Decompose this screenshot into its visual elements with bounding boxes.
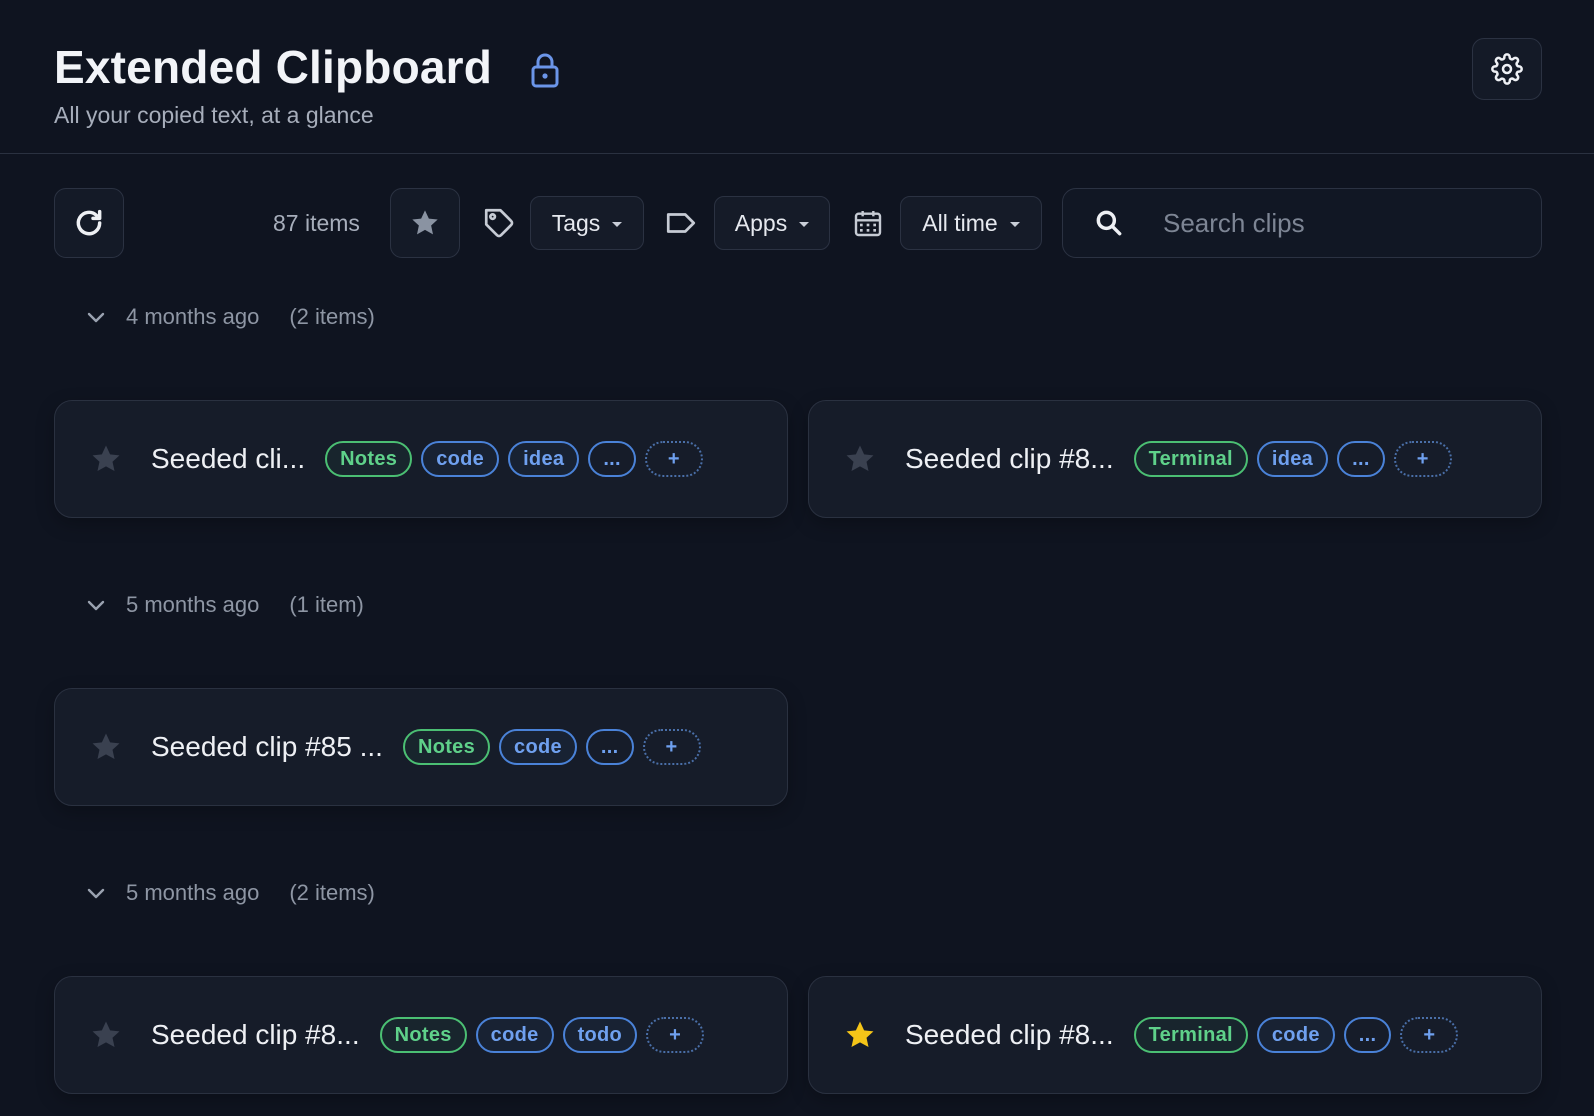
title-row: Extended Clipboard bbox=[54, 40, 560, 94]
chevron-down-icon bbox=[799, 221, 810, 227]
app-tag[interactable]: Terminal bbox=[1133, 1017, 1248, 1053]
settings-button[interactable] bbox=[1472, 38, 1542, 100]
star-icon[interactable] bbox=[843, 442, 877, 476]
star-icon-active[interactable] bbox=[843, 1018, 877, 1052]
group-count: (2 items) bbox=[289, 880, 375, 905]
tag-chip[interactable]: code bbox=[1256, 1017, 1335, 1053]
tag-icon bbox=[482, 206, 516, 240]
refresh-icon bbox=[73, 207, 105, 239]
refresh-button[interactable] bbox=[54, 188, 124, 258]
more-tags-button[interactable]: ... bbox=[588, 441, 636, 477]
add-tag-button[interactable]: + bbox=[644, 441, 703, 477]
group-header[interactable]: 4 months ago (2 items) bbox=[86, 304, 375, 330]
app-tag[interactable]: Notes bbox=[379, 1017, 467, 1053]
chevron-down-icon bbox=[1009, 221, 1020, 227]
page-title: Extended Clipboard bbox=[54, 41, 493, 93]
favorites-filter-button[interactable] bbox=[390, 188, 460, 258]
search-input[interactable] bbox=[1161, 206, 1495, 240]
chevron-down-icon bbox=[86, 307, 106, 327]
clip-text: Seeded clip #8... bbox=[151, 1019, 360, 1050]
clip-card[interactable]: Seeded clip #8... Terminal idea ... + bbox=[808, 400, 1542, 518]
tag-chip[interactable]: code bbox=[421, 441, 500, 477]
star-icon[interactable] bbox=[89, 1018, 123, 1052]
search-icon bbox=[1093, 207, 1125, 239]
date-range-dropdown[interactable]: All time bbox=[900, 196, 1042, 250]
tag-chip[interactable]: code bbox=[475, 1017, 554, 1053]
group-count: (1 item) bbox=[289, 592, 364, 617]
clip-text: Seeded clip #8... bbox=[905, 1019, 1114, 1050]
add-tag-button[interactable]: + bbox=[1393, 441, 1452, 477]
lock-icon[interactable] bbox=[530, 52, 560, 88]
tag-chip[interactable]: code bbox=[499, 729, 577, 765]
tag-chip[interactable]: idea bbox=[1256, 441, 1329, 477]
star-icon bbox=[409, 207, 441, 239]
add-tag-button[interactable]: + bbox=[1400, 1017, 1459, 1053]
chevron-down-icon bbox=[612, 221, 623, 227]
group-label: 5 months ago bbox=[126, 592, 260, 617]
apps-dropdown-label: Apps bbox=[734, 209, 788, 236]
chevron-down-icon bbox=[86, 883, 106, 903]
more-tags-button[interactable]: ... bbox=[1337, 441, 1385, 477]
page-subtitle: All your copied text, at a glance bbox=[54, 102, 374, 128]
group-count: (2 items) bbox=[289, 304, 375, 329]
tag-chip[interactable]: idea bbox=[508, 441, 580, 477]
tag-chip[interactable]: todo bbox=[562, 1017, 638, 1053]
clip-card[interactable]: Seeded clip #8... Terminal code ... + bbox=[808, 976, 1542, 1094]
app-tag[interactable]: Notes bbox=[402, 729, 491, 765]
group-header[interactable]: 5 months ago (1 item) bbox=[86, 592, 364, 618]
clip-card[interactable]: Seeded clip #85 ... Notes code ... + bbox=[54, 688, 788, 806]
apps-dropdown[interactable]: Apps bbox=[714, 196, 830, 250]
star-icon[interactable] bbox=[89, 730, 123, 764]
date-range-label: All time bbox=[922, 209, 998, 236]
group-label: 5 months ago bbox=[126, 880, 260, 905]
clip-card[interactable]: Seeded cli... Notes code idea ... + bbox=[54, 400, 788, 518]
app-tag[interactable]: Terminal bbox=[1133, 441, 1248, 477]
more-tags-button[interactable]: ... bbox=[585, 729, 634, 765]
clip-card[interactable]: Seeded clip #8... Notes code todo + bbox=[54, 976, 788, 1094]
tags-dropdown[interactable]: Tags bbox=[530, 196, 644, 250]
toolbar: 87 items Tags Apps All time Search clips bbox=[0, 188, 1594, 258]
add-tag-button[interactable]: + bbox=[646, 1017, 705, 1053]
add-tag-button[interactable]: + bbox=[642, 729, 701, 765]
clip-text: Seeded clip #8... bbox=[905, 443, 1114, 474]
tags-dropdown-label: Tags bbox=[551, 209, 601, 236]
group-label: 4 months ago bbox=[126, 304, 260, 329]
search-box bbox=[1062, 188, 1542, 258]
star-icon[interactable] bbox=[89, 442, 123, 476]
gear-icon bbox=[1491, 53, 1523, 85]
app-tag[interactable]: Notes bbox=[325, 441, 413, 477]
app-header: Extended Clipboard All your copied text,… bbox=[0, 0, 1594, 154]
more-tags-button[interactable]: ... bbox=[1343, 1017, 1392, 1053]
chevron-down-icon bbox=[86, 595, 106, 615]
group-header[interactable]: 5 months ago (2 items) bbox=[86, 880, 375, 906]
clip-text: Seeded cli... bbox=[151, 443, 306, 474]
clip-text: Seeded clip #85 ... bbox=[151, 731, 383, 762]
item-count: 87 items bbox=[273, 210, 360, 236]
calendar-icon bbox=[852, 206, 884, 240]
label-icon bbox=[664, 206, 698, 240]
